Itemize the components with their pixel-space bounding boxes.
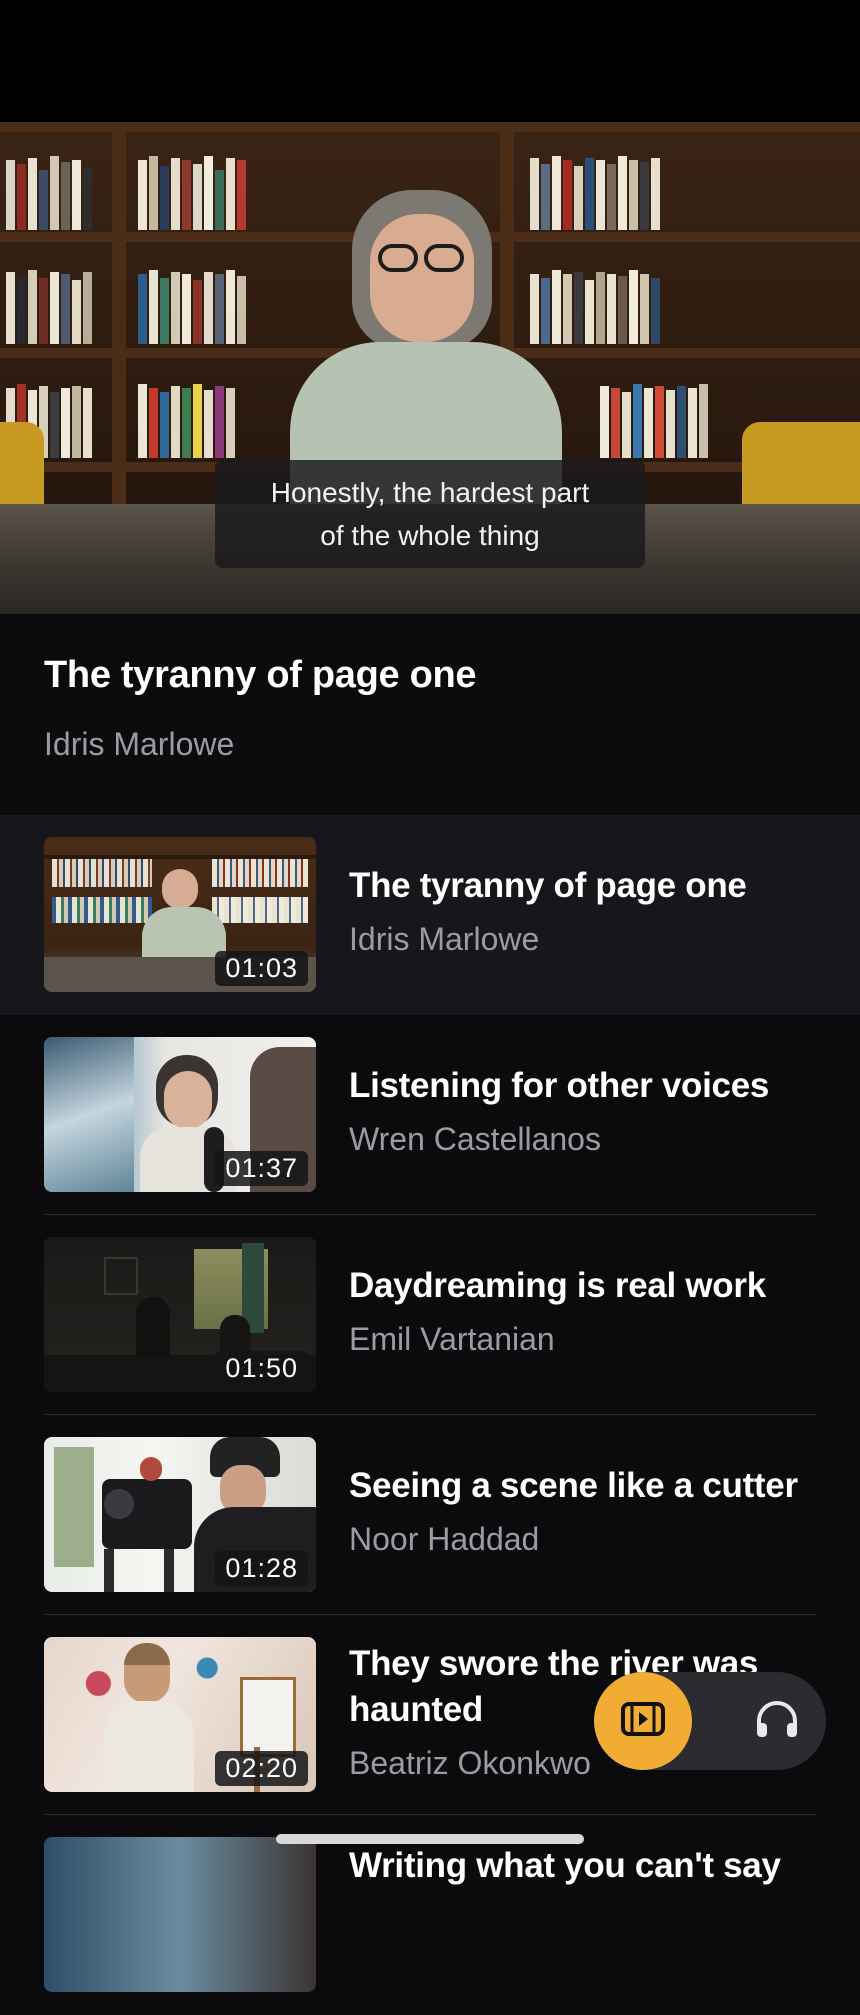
playlist-item[interactable]: Writing what you can't say — [0, 1815, 860, 2015]
playlist-item[interactable]: 01:50 Daydreaming is real work Emil Vart… — [0, 1215, 860, 1415]
headphones-icon — [754, 1699, 800, 1744]
video-player[interactable]: Honestly, the hardest part of the whole … — [0, 122, 860, 614]
duration-badge: 01:37 — [215, 1151, 308, 1186]
item-author: Beatriz Okonkwo — [349, 1745, 591, 1781]
video-icon — [620, 1701, 666, 1742]
item-author: Emil Vartanian — [349, 1321, 555, 1357]
duration-badge: 01:28 — [215, 1551, 308, 1586]
audio-mode-button[interactable] — [728, 1672, 826, 1770]
item-title: The tyranny of page one — [349, 866, 747, 905]
item-author: Wren Castellanos — [349, 1121, 601, 1157]
thumbnail: 01:37 — [44, 1037, 316, 1192]
video-mode-button[interactable] — [594, 1672, 692, 1770]
thumbnail: 02:20 — [44, 1637, 316, 1792]
now-playing-title: The tyranny of page one — [44, 654, 477, 696]
playlist-item[interactable]: 01:37 Listening for other voices Wren Ca… — [0, 1015, 860, 1215]
now-playing-author: Idris Marlowe — [44, 726, 235, 762]
home-indicator[interactable] — [276, 1834, 584, 1844]
thumbnail: 01:50 — [44, 1237, 316, 1392]
item-author: Noor Haddad — [349, 1521, 540, 1557]
duration-badge: 01:03 — [215, 951, 308, 986]
media-mode-switch — [594, 1672, 826, 1770]
status-bar — [0, 0, 860, 122]
duration-badge: 02:20 — [215, 1751, 308, 1786]
subtitle-caption: Honestly, the hardest part of the whole … — [215, 460, 645, 568]
playlist-item[interactable]: 01:03 The tyranny of page one Idris Marl… — [0, 815, 860, 1015]
item-title: Seeing a scene like a cutter — [349, 1466, 798, 1505]
thumbnail: 01:03 — [44, 837, 316, 992]
duration-badge: 01:50 — [215, 1351, 308, 1386]
item-title: Daydreaming is real work — [349, 1266, 766, 1305]
item-title: Writing what you can't say — [349, 1846, 781, 1885]
playlist-item[interactable]: 01:28 Seeing a scene like a cutter Noor … — [0, 1415, 860, 1615]
caption-line-2: of the whole thing — [320, 520, 540, 551]
item-author: Idris Marlowe — [349, 921, 540, 957]
thumbnail: 01:28 — [44, 1437, 316, 1592]
caption-line-1: Honestly, the hardest part — [270, 477, 590, 508]
thumbnail — [44, 1837, 316, 1992]
item-title: Listening for other voices — [349, 1066, 770, 1105]
